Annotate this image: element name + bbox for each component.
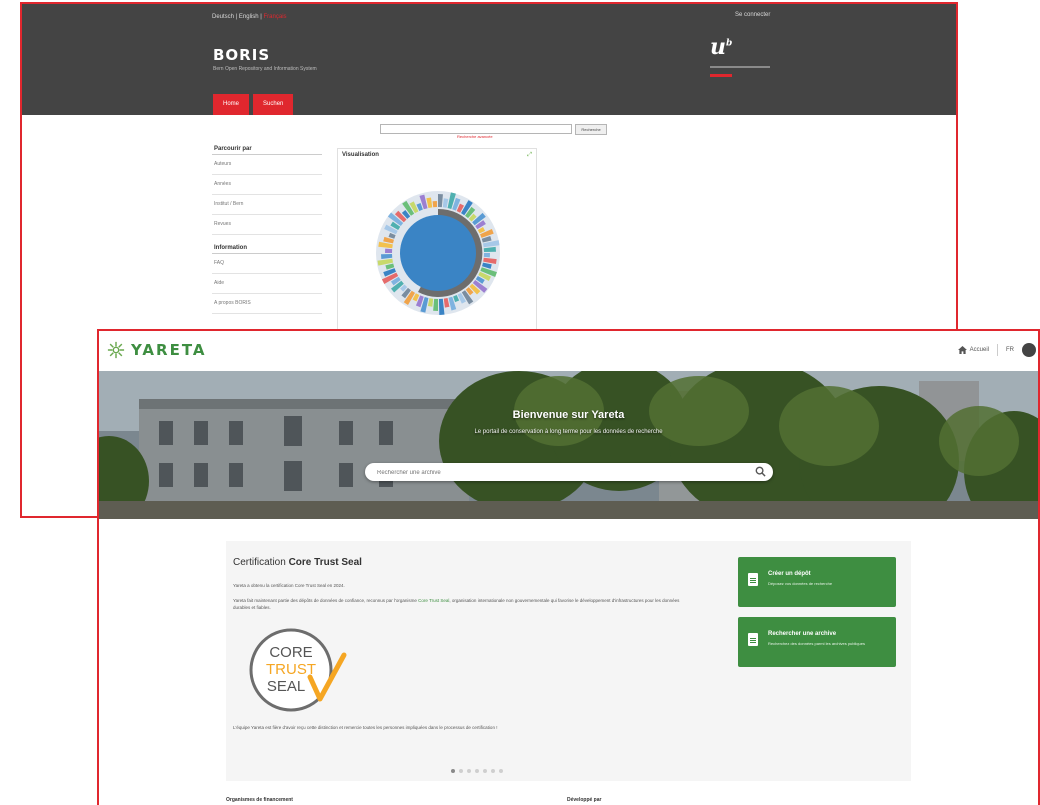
info-item[interactable]: FAQ [212,254,322,274]
lang-link-en[interactable]: English [239,14,259,20]
sunburst-visualisation[interactable] [358,171,518,321]
boris-header: Deutsch | English | Français Se connecte… [22,4,956,115]
browse-heading: Parcourir par [212,144,322,155]
archive-search-input[interactable] [375,466,749,480]
carousel-dot[interactable] [475,769,479,773]
visualisation-title: Visualisation [342,152,379,158]
home-label: Accueil [969,347,989,353]
language-selector[interactable]: FR [1006,347,1014,353]
search-icon[interactable] [755,466,766,477]
yareta-header: YARETA Accueil FR [99,331,1038,371]
nav-tab-search[interactable]: Suchen [253,94,294,115]
card-title: Créer un dépôt [768,571,811,577]
core-trust-seal-link[interactable]: Core Trust Seal [418,598,449,603]
yareta-plant-icon [107,341,125,359]
carousel-dot[interactable] [451,769,455,773]
header-divider [997,344,998,356]
sunburst-segment [432,201,438,208]
cert-paragraph-3: L'équipe Yareta est fière d'avoir reçu c… [233,725,498,730]
hero-banner: Bienvenue sur Yareta Le portail de conse… [99,371,1038,519]
expand-icon[interactable]: ⤢ [527,152,532,159]
header-actions: Accueil FR [957,343,1036,357]
browse-item[interactable]: Auteurs [212,155,322,175]
lang-link-fr[interactable]: Français [264,14,287,20]
cert-p2-text-a: Yareta fait maintenant partie des dépôts… [233,598,419,603]
info-item[interactable]: A propos BORIS [212,294,322,314]
footer-funders-heading: Organismes de financement [226,797,293,803]
carousel-indicators [451,769,507,773]
cert-title-bold: Core Trust Seal [288,557,362,568]
boris-sidebar: Parcourir par Auteurs Années Institut / … [212,142,322,314]
unibe-u-icon: ub [710,34,733,60]
archive-icon [748,633,758,646]
hero-title: Bienvenue sur Yareta [512,409,625,421]
unibe-logo[interactable]: ub [710,34,800,84]
archive-search-bar [365,463,773,481]
advanced-search-link[interactable]: Recherche avancée [457,134,493,139]
carousel-dot[interactable] [499,769,503,773]
yareta-logo[interactable]: YARETA [107,341,207,359]
core-trust-seal-logo: CORE TRUST SEAL [249,628,347,712]
visualisation-panel: Visualisation ⤢ [337,148,537,340]
card-subtitle: Déposez vos données de recherche [768,581,833,586]
browse-item[interactable]: Années [212,175,322,195]
lang-link-de[interactable]: Deutsch [212,14,234,20]
sunburst-center [400,215,476,291]
cert-title-prefix: Certification [233,557,289,568]
boris-nav: Home Suchen [213,94,297,115]
svg-text:SEAL: SEAL [267,678,305,695]
document-icon [748,573,758,586]
hero-background-image [99,371,1038,519]
certification-title: Certification Core Trust Seal [233,557,362,568]
boris-search-button[interactable]: Recherche [575,124,607,135]
language-links: Deutsch | English | Français [212,14,287,20]
logo-divider [710,66,770,68]
yareta-wordmark: YARETA [131,341,207,359]
create-deposit-card[interactable]: Créer un dépôt Déposez vos données de re… [738,557,896,607]
carousel-dot[interactable] [483,769,487,773]
sunburst-segment [385,248,393,253]
site-subtitle: Bern Open Repository and Information Sys… [213,66,317,72]
nav-tab-home[interactable]: Home [213,94,250,115]
card-title: Rechercher une archive [768,631,837,637]
cert-paragraph-1: Yareta a obtenu la certification Core Tr… [233,583,345,588]
search-archive-card[interactable]: Rechercher une archive Recherchez des do… [738,617,896,667]
hero-subtitle: Le portail de conservation à long terme … [474,429,663,435]
carousel-dot[interactable] [467,769,471,773]
boris-search-input[interactable] [380,124,572,134]
sunburst-segment [483,253,490,258]
info-item[interactable]: Aide [212,274,322,294]
carousel-dot[interactable] [459,769,463,773]
login-link[interactable]: Se connecter [735,12,770,18]
home-icon [957,346,967,354]
cert-paragraph-2: Yareta fait maintenant partie des dépôts… [233,597,688,611]
card-subtitle: Recherchez des données parmi les archive… [768,641,865,646]
yareta-window: YARETA Accueil FR Bienvenue sur Yareta L… [97,329,1040,805]
browse-item[interactable]: Revues [212,215,322,235]
browse-item[interactable]: Institut / Bern [212,195,322,215]
certification-section: Certification Core Trust Seal Yareta a o… [226,541,911,781]
logo-accent [710,74,732,77]
account-icon[interactable] [1022,343,1036,357]
carousel-dot[interactable] [491,769,495,773]
svg-text:CORE: CORE [269,644,312,661]
info-heading: Information [212,243,322,254]
footer-developers-heading: Développé par [567,797,602,803]
site-title[interactable]: BORIS [213,46,270,64]
home-link[interactable]: Accueil [957,346,989,354]
